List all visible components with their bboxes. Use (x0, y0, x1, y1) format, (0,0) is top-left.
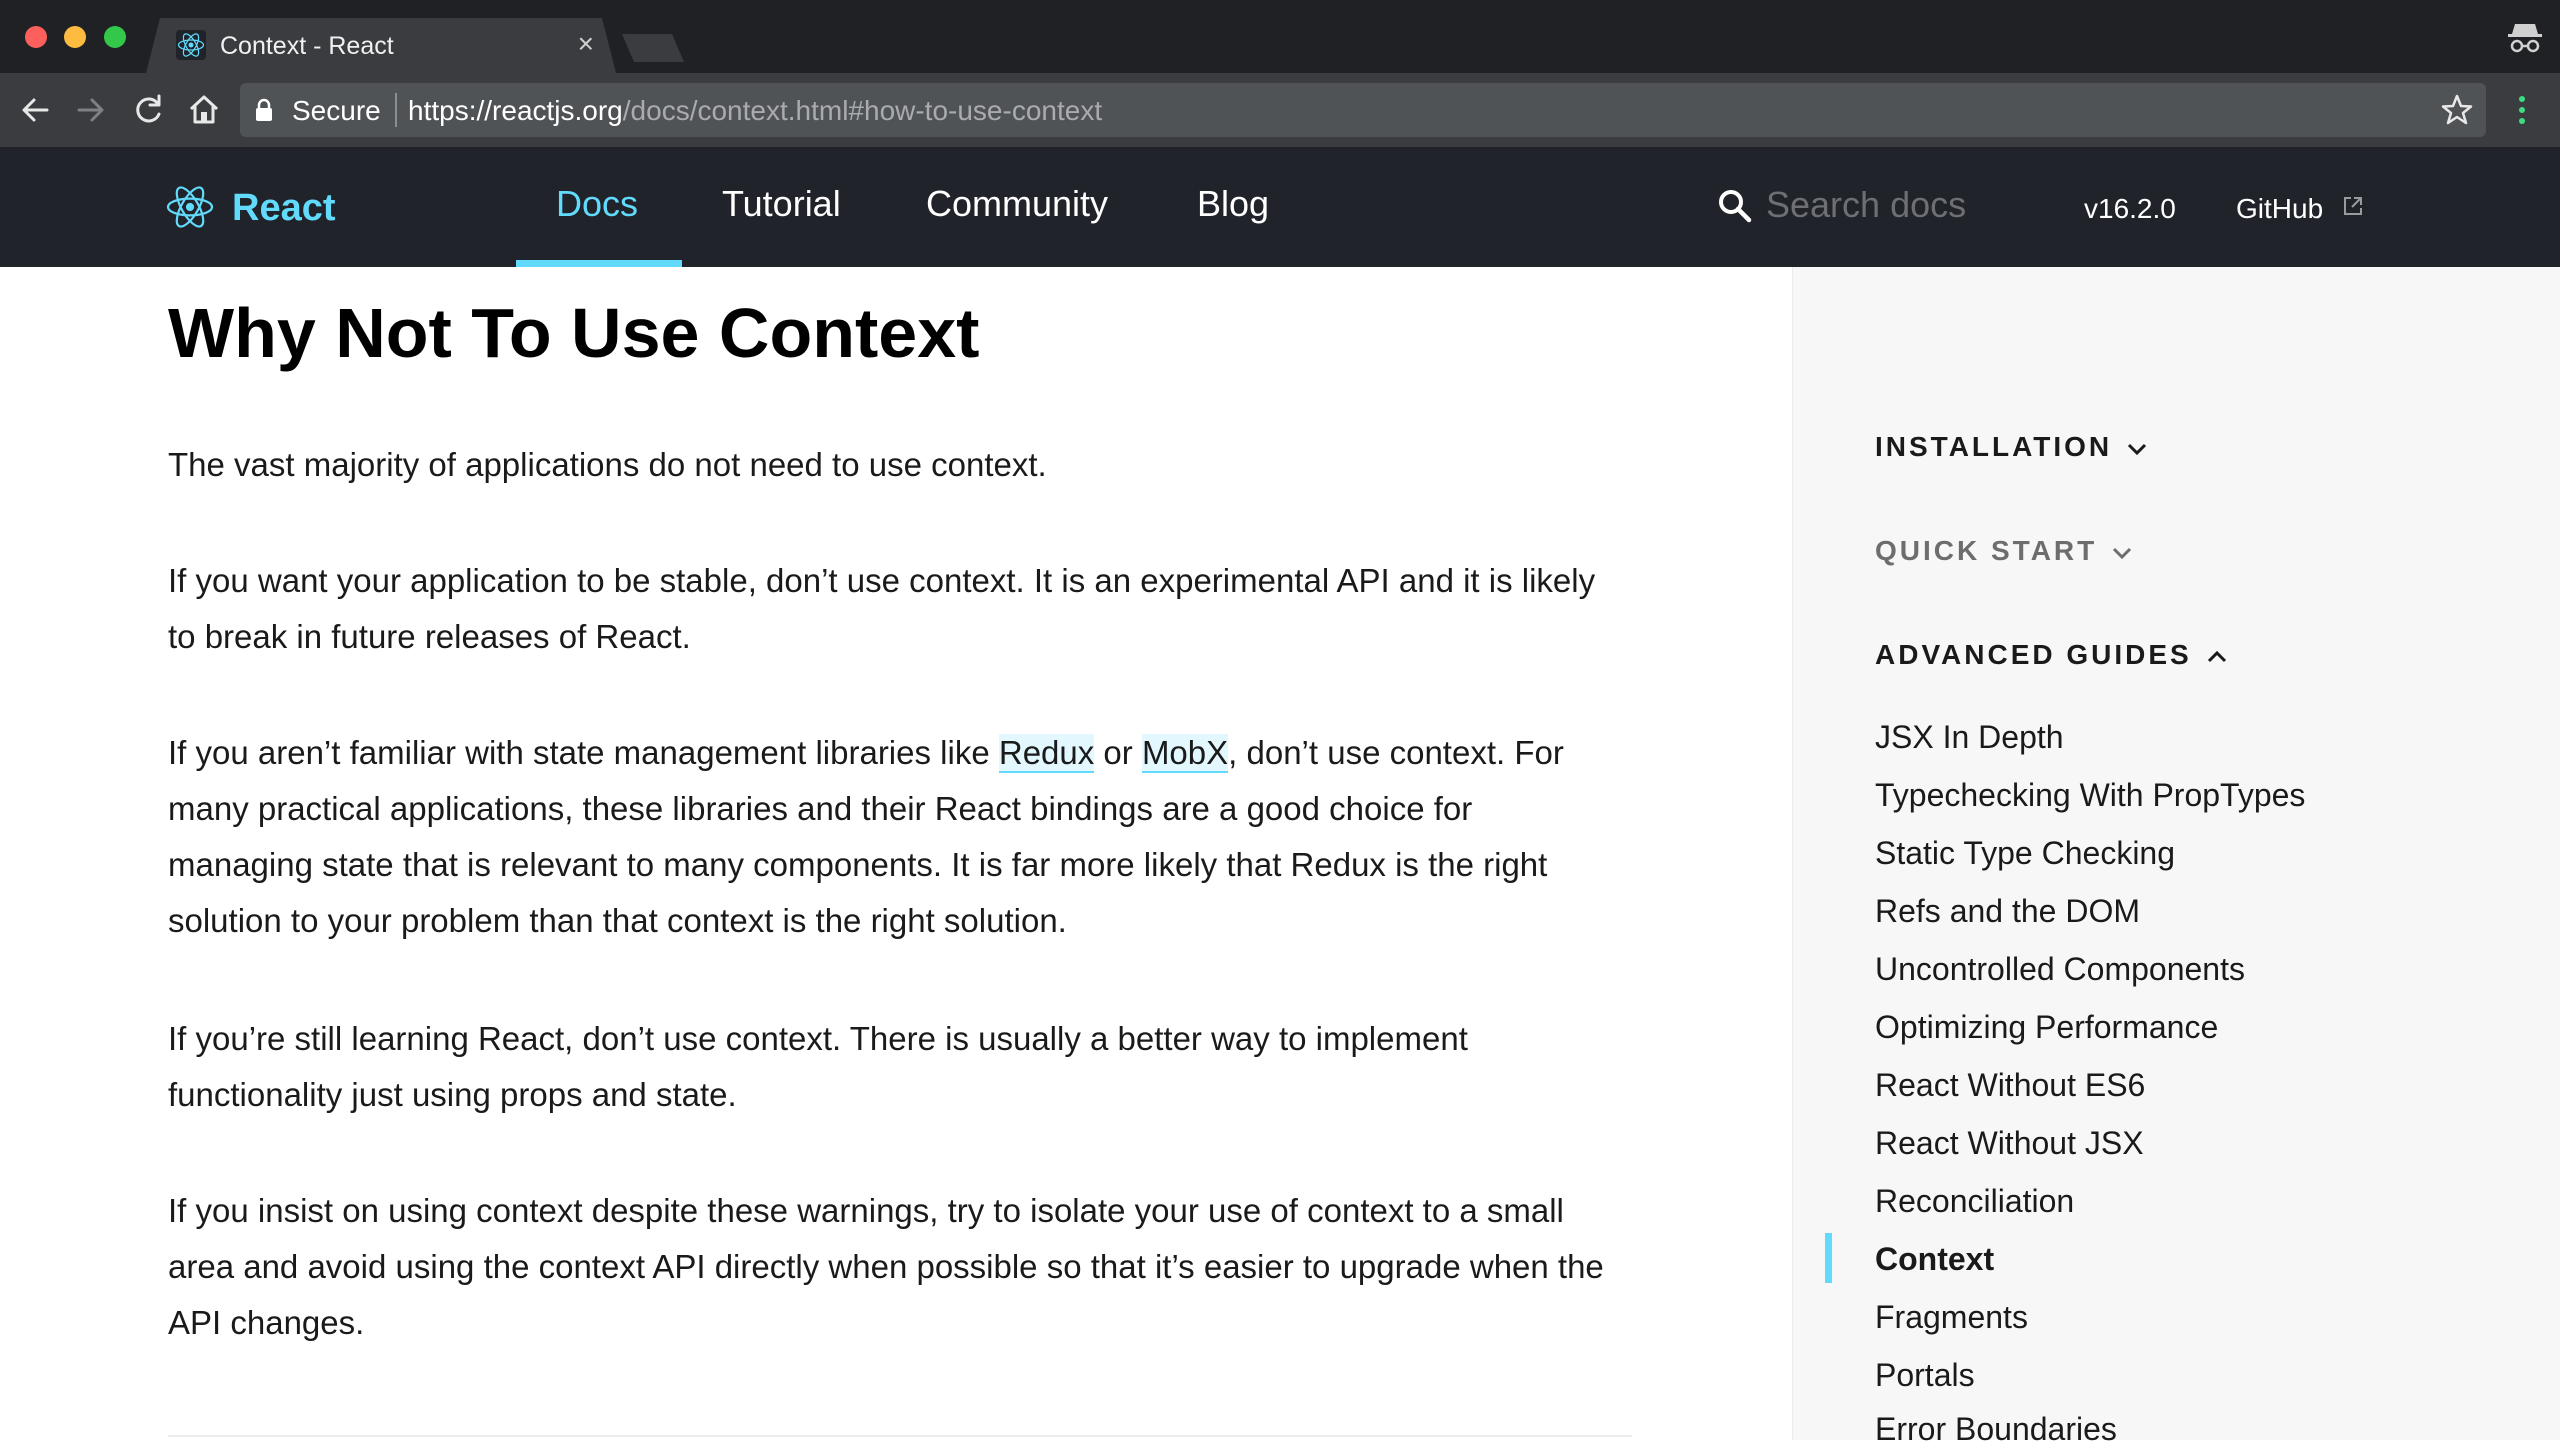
site-header: React Docs Tutorial Community Blog v16.2… (0, 147, 2560, 267)
nav-community[interactable]: Community (926, 183, 1108, 225)
nav-tutorial[interactable]: Tutorial (722, 183, 841, 225)
browser-window: Context - React × Secure https://reactjs… (0, 0, 2560, 1447)
sidebar-item-context[interactable]: Context (1875, 1241, 1994, 1278)
address-bar[interactable]: Secure https://reactjs.org/docs/context.… (240, 83, 2486, 137)
sidebar-item-typechecking[interactable]: Typechecking With PropTypes (1875, 777, 2305, 814)
sidebar-item-fragments[interactable]: Fragments (1875, 1299, 2028, 1336)
redux-link[interactable]: Redux (998, 734, 1095, 773)
url-path: /docs/context.html#how-to-use-context (622, 95, 1103, 126)
chevron-up-icon (2207, 650, 2226, 662)
paragraph-1: The vast majority of applications do not… (168, 446, 1047, 483)
close-window-button[interactable] (25, 26, 47, 48)
kebab-menu-icon[interactable] (2512, 92, 2532, 128)
search-input[interactable] (1766, 181, 2026, 229)
secure-label: Secure (292, 95, 381, 126)
nav-blog[interactable]: Blog (1197, 183, 1269, 225)
lock-icon (256, 98, 272, 121)
minimize-window-button[interactable] (64, 26, 86, 48)
chevron-down-icon (2128, 443, 2147, 455)
browser-toolbar: Secure https://reactjs.org/docs/context.… (0, 73, 2560, 147)
incognito-icon (2508, 24, 2542, 53)
paragraph-2: If you want your application to be stabl… (168, 562, 1596, 655)
version-label[interactable]: v16.2.0 (2084, 193, 2176, 225)
nav-docs[interactable]: Docs (556, 183, 638, 225)
sidebar-section-quick-start[interactable]: QUICK START (1875, 535, 2133, 567)
section-label: ADVANCED GUIDES (1875, 639, 2192, 670)
tab-bar: Context - React × (0, 0, 2560, 73)
main-content: Why Not To Use Context The vast majority… (0, 267, 1792, 1440)
sidebar-item-reconciliation[interactable]: Reconciliation (1875, 1183, 2074, 1220)
sidebar-item-uncontrolled-components[interactable]: Uncontrolled Components (1875, 951, 2245, 988)
sidebar-item-jsx-in-depth[interactable]: JSX In Depth (1875, 719, 2064, 756)
back-icon[interactable] (17, 92, 53, 128)
content-divider (168, 1435, 1632, 1437)
sidebar-item-refs-and-dom[interactable]: Refs and the DOM (1875, 893, 2140, 930)
paragraph-3-text-b: or (1094, 734, 1142, 771)
sidebar-item-portals[interactable]: Portals (1875, 1357, 1975, 1394)
star-icon[interactable] (2440, 93, 2474, 127)
search-icon (1719, 190, 1752, 223)
reload-icon[interactable] (130, 92, 166, 128)
sidebar-item-error-boundaries[interactable]: Error Boundaries (1875, 1411, 2117, 1448)
sidebar-section-installation[interactable]: INSTALLATION (1875, 431, 2148, 463)
paragraph-3-text-a: If you aren’t familiar with state manage… (168, 734, 999, 771)
react-logo-icon (166, 186, 214, 228)
logo-text: React (232, 187, 336, 229)
home-icon[interactable] (186, 92, 222, 128)
tab-title: Context - React (220, 32, 394, 60)
paragraph-5: If you insist on using context despite t… (168, 1192, 1604, 1341)
chevron-down-icon (2113, 547, 2132, 559)
sidebar-item-react-without-jsx[interactable]: React Without JSX (1875, 1125, 2144, 1162)
new-tab-button[interactable] (622, 34, 684, 62)
paragraph-3: If you aren’t familiar with state manage… (168, 725, 1608, 949)
forward-icon[interactable] (73, 92, 109, 128)
external-link-icon (2344, 197, 2362, 215)
sidebar-item-static-type-checking[interactable]: Static Type Checking (1875, 835, 2175, 872)
url-text[interactable]: https://reactjs.org/docs/context.html#ho… (408, 95, 1102, 127)
sidebar-section-advanced-guides[interactable]: ADVANCED GUIDES (1875, 639, 2228, 671)
github-link[interactable]: GitHub (2236, 193, 2323, 225)
sidebar-item-react-without-es6[interactable]: React Without ES6 (1875, 1067, 2145, 1104)
address-divider (395, 93, 397, 127)
tab-close-button[interactable]: × (578, 28, 594, 60)
paragraph-4: If you’re still learning React, don’t us… (168, 1020, 1468, 1113)
section-label: INSTALLATION (1875, 431, 2113, 462)
url-origin: https://reactjs.org (408, 95, 623, 126)
browser-tab[interactable]: Context - React × (146, 18, 616, 73)
section-label: QUICK START (1875, 535, 2098, 566)
page-title: Why Not To Use Context (168, 294, 980, 372)
docs-sidebar: INSTALLATION QUICK START ADVANCED GUIDES… (1792, 267, 2560, 1447)
react-logo-icon (176, 30, 206, 60)
sidebar-item-optimizing-performance[interactable]: Optimizing Performance (1875, 1009, 2218, 1046)
mobx-link[interactable]: MobX (1141, 734, 1229, 773)
active-nav-indicator (516, 260, 682, 267)
active-item-indicator (1825, 1233, 1832, 1283)
maximize-window-button[interactable] (104, 26, 126, 48)
